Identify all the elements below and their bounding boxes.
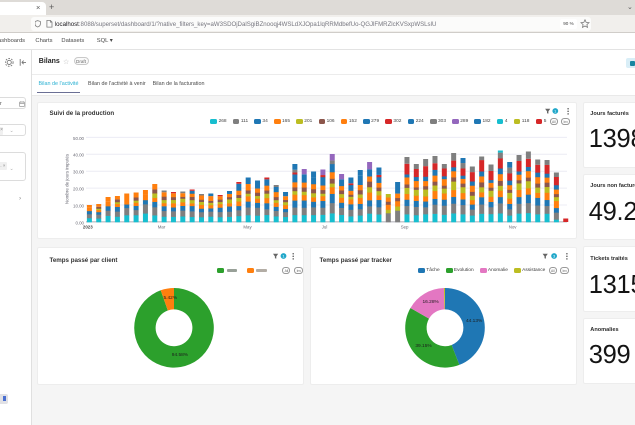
svg-text:Jul: Jul: [322, 225, 328, 230]
svg-text:Mar: Mar: [158, 225, 166, 230]
svg-text:Sep: Sep: [401, 225, 409, 230]
svg-text:10.00: 10.00: [73, 203, 85, 208]
svg-text:50.00: 50.00: [73, 136, 85, 141]
svg-text:40.00: 40.00: [73, 153, 85, 158]
svg-text:30.00: 30.00: [73, 170, 85, 175]
svg-text:Nov: Nov: [509, 225, 518, 230]
svg-text:20.00: 20.00: [73, 187, 85, 192]
svg-text:Nombre de jours imputés: Nombre de jours imputés: [64, 153, 69, 204]
svg-text:May: May: [243, 225, 252, 230]
svg-text:2023: 2023: [83, 225, 93, 230]
